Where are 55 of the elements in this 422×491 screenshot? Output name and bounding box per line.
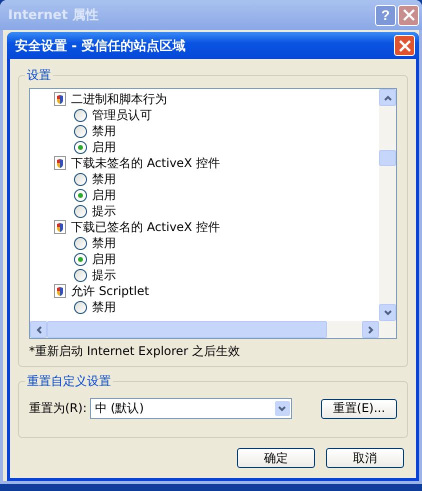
shield-icon: [54, 284, 66, 298]
scroll-thumb[interactable]: [379, 150, 396, 166]
scroll-right-button[interactable]: [362, 321, 379, 338]
option-label: 管理员认可: [92, 106, 152, 124]
category-label: 允许 Scriptlet: [71, 282, 150, 300]
close-button[interactable]: [398, 4, 419, 26]
reset-label: 重置为(R):: [29, 400, 87, 417]
radio-button[interactable]: [74, 252, 87, 266]
option-label: 禁用: [92, 234, 116, 252]
radio-button[interactable]: [74, 188, 87, 202]
radio-button[interactable]: [74, 108, 87, 122]
restart-note: *重新启动 Internet Explorer 之后生效: [29, 343, 242, 360]
radio-button[interactable]: [74, 300, 87, 314]
category-label: 下载未签名的 ActiveX 控件: [71, 154, 220, 172]
scroll-up-button[interactable]: [379, 89, 396, 106]
chevron-down-icon: [384, 310, 392, 316]
ok-button[interactable]: 确定: [237, 448, 315, 468]
level-dropdown[interactable]: 中 (默认): [90, 398, 292, 419]
shield-icon: [54, 220, 66, 234]
window-title: Internet 属性: [8, 7, 100, 24]
radio-button[interactable]: [74, 236, 87, 250]
option-label: 禁用: [92, 122, 116, 140]
scroll-down-button[interactable]: [379, 304, 396, 321]
option-label: 启用: [92, 250, 116, 268]
group-label: 设置: [26, 67, 52, 84]
group-label: 重置自定义设置: [26, 373, 112, 390]
horizontal-scrollbar[interactable]: [30, 321, 396, 338]
category-label: 二进制和脚本行为: [71, 90, 167, 108]
chevron-left-icon: [36, 326, 42, 334]
close-button[interactable]: [394, 35, 415, 56]
shield-icon: [54, 92, 66, 106]
option-label: 启用: [92, 138, 116, 156]
dialog-title: 安全设置 - 受信任的站点区域: [15, 38, 186, 54]
option-label: 启用: [92, 186, 116, 204]
shield-icon: [54, 156, 66, 170]
radio-button[interactable]: [74, 204, 87, 218]
close-icon: [402, 9, 414, 21]
scroll-left-button[interactable]: [30, 321, 47, 338]
cancel-button[interactable]: 取消: [326, 448, 404, 468]
option-label: 禁用: [92, 298, 116, 316]
radio-button[interactable]: [74, 268, 87, 282]
radio-button[interactable]: [74, 124, 87, 138]
option-label: 提示: [92, 202, 116, 220]
reset-button[interactable]: 重置(E)...: [321, 398, 397, 418]
radio-button[interactable]: [74, 140, 87, 154]
option-label: 禁用: [92, 170, 116, 188]
chevron-right-icon: [368, 326, 374, 334]
chevron-down-icon: [278, 406, 286, 412]
category-label: 下载已签名的 ActiveX 控件: [71, 218, 220, 236]
chevron-up-icon: [384, 94, 392, 100]
scroll-thumb[interactable]: [47, 321, 327, 338]
radio-button[interactable]: [74, 172, 87, 186]
close-icon: [398, 40, 410, 52]
vertical-scrollbar[interactable]: [379, 89, 396, 321]
option-label: 提示: [92, 266, 116, 284]
